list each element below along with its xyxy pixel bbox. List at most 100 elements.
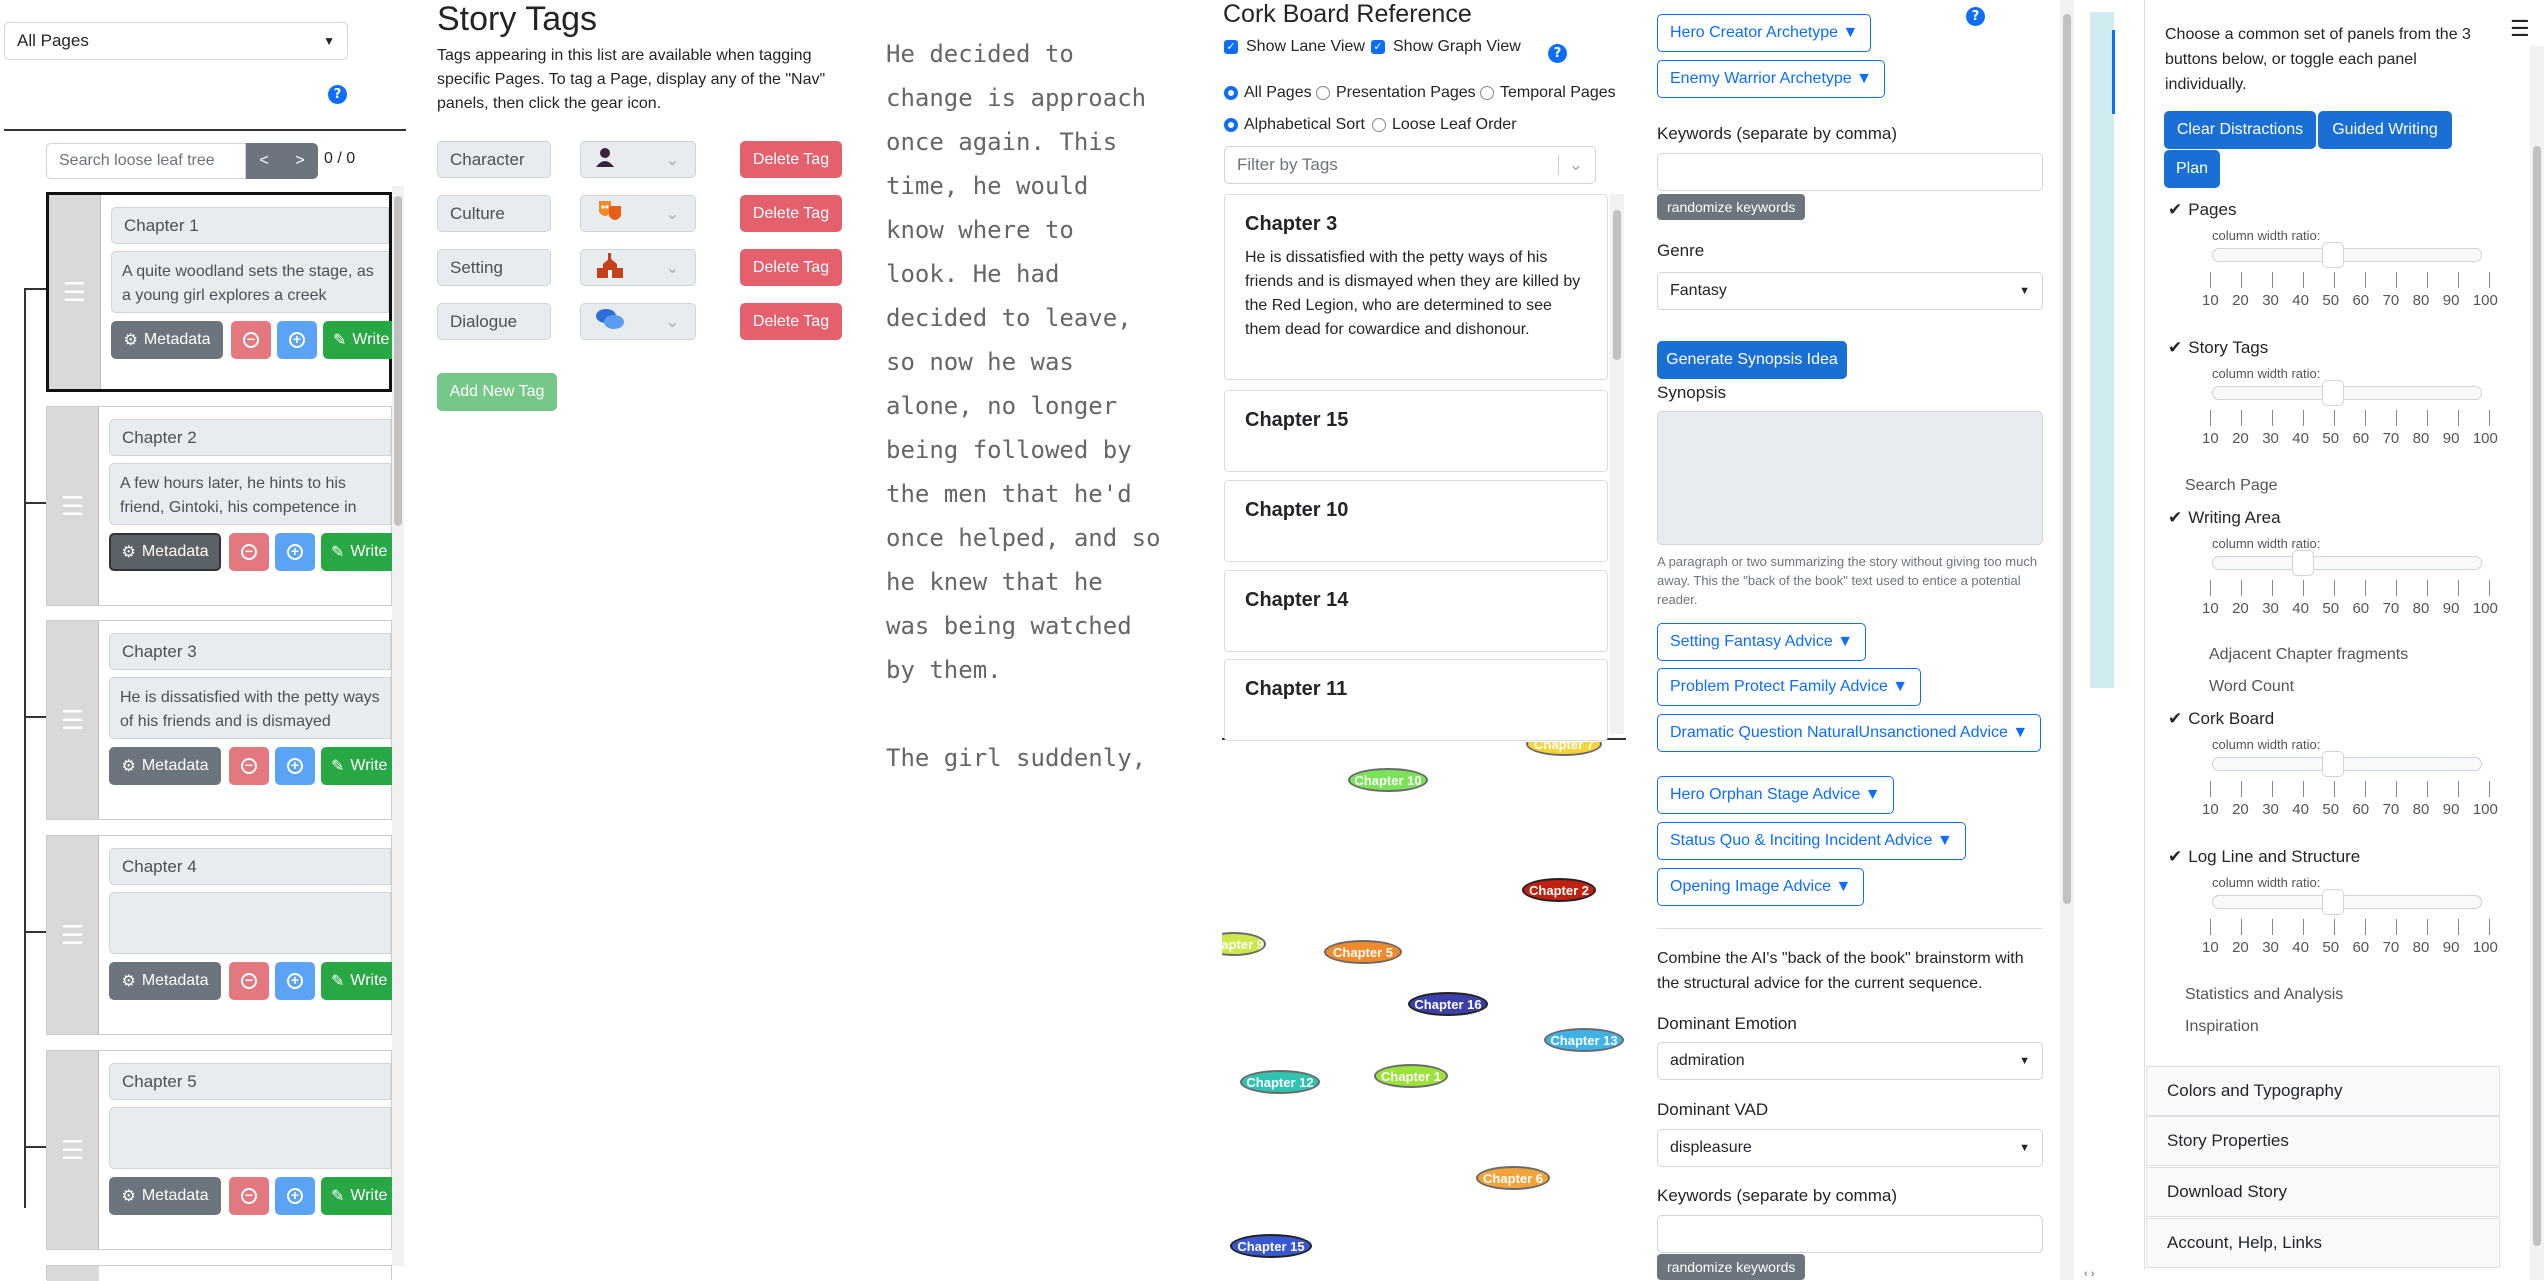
column-width-slider[interactable] (2212, 380, 2482, 406)
colors-typography-section[interactable]: Colors and Typography (2146, 1066, 2500, 1116)
column-width-slider[interactable] (2212, 242, 2482, 268)
clear-distractions-button[interactable]: Clear Distractions (2164, 111, 2316, 149)
radio-presentation-pages[interactable]: Presentation Pages (1316, 84, 1476, 102)
account-help-links-section[interactable]: Account, Help, Links (2146, 1218, 2500, 1268)
writing-area[interactable]: He decided to change is approach once ag… (886, 32, 1176, 780)
slider-thumb[interactable] (2322, 889, 2344, 915)
add-chapter-button[interactable]: + (275, 747, 315, 785)
chapter-synopsis-input[interactable]: He is dissatisfied with the petty ways o… (109, 677, 391, 739)
write-button[interactable]: ✎ Write (321, 962, 393, 1000)
graph-node[interactable]: Chapter 2 (1522, 878, 1596, 902)
download-story-section[interactable]: Download Story (2146, 1167, 2500, 1217)
metadata-button[interactable]: ⚙ Metadata (109, 533, 221, 571)
metadata-button[interactable]: ⚙ Metadata (111, 321, 223, 359)
radio-all-pages[interactable]: All Pages (1224, 84, 1312, 102)
graph-node[interactable]: Chapter 5 (1324, 940, 1402, 964)
randomize-keywords-button[interactable]: randomize keywords (1657, 194, 1806, 220)
slider-thumb[interactable] (2322, 380, 2344, 406)
remove-chapter-button[interactable]: − (229, 747, 269, 785)
cork-card[interactable]: Chapter 14 (1224, 570, 1608, 652)
drag-handle-icon[interactable]: ☰ (47, 836, 99, 1034)
remove-chapter-button[interactable]: − (229, 533, 269, 571)
metadata-button[interactable]: ⚙ Metadata (109, 1177, 221, 1215)
plan-button[interactable]: Plan (2164, 150, 2220, 188)
column-width-slider[interactable] (2212, 751, 2482, 777)
metadata-button[interactable]: ⚙ Metadata (109, 962, 221, 1000)
panel-toggle-cork-board[interactable]: ✔ Cork Board (2168, 709, 2274, 729)
panel-toggle-adjacent[interactable]: Adjacent Chapter fragments (2209, 646, 2408, 664)
graph-node[interactable]: Chapter 12 (1240, 1070, 1320, 1094)
column-width-slider[interactable] (2212, 889, 2482, 915)
write-button[interactable]: ✎ Write (321, 1177, 393, 1215)
tag-icon-select[interactable]: ⌄ (580, 249, 696, 286)
pages-filter-select[interactable]: All Pages ▼ (4, 22, 348, 60)
graph-node[interactable]: Chapter 1 (1374, 1064, 1448, 1088)
panel-toggle-word-count[interactable]: Word Count (2209, 678, 2294, 696)
slider-thumb[interactable] (2322, 751, 2344, 777)
help-icon[interactable]: ? (1548, 44, 1567, 63)
panel-toggle-search-page[interactable]: Search Page (2185, 477, 2278, 495)
remove-chapter-button[interactable]: − (229, 1177, 269, 1215)
chapter-synopsis-input[interactable] (109, 892, 391, 954)
filter-by-tags-select[interactable]: Filter by Tags ⌄ (1224, 146, 1596, 184)
chapter-synopsis-input[interactable]: A quite woodland sets the stage, as a yo… (111, 251, 389, 313)
write-button[interactable]: ✎ Write (321, 533, 393, 571)
panel-toggle-story-tags[interactable]: ✔ Story Tags (2168, 338, 2268, 358)
setting-advice-dropdown[interactable]: Setting Fantasy Advice ▼ (1657, 623, 1867, 661)
synopsis-textarea[interactable] (1657, 411, 2043, 545)
dramatic-question-advice-dropdown[interactable]: Dramatic Question NaturalUnsanctioned Ad… (1657, 714, 2042, 752)
cork-card[interactable]: Chapter 15 (1224, 390, 1608, 472)
randomize-keywords-button-2[interactable]: randomize keywords (1657, 1254, 1806, 1280)
tag-icon-select[interactable]: ⌄ (580, 141, 696, 178)
search-input[interactable]: Search loose leaf tree (46, 143, 246, 179)
tag-name-input[interactable]: Dialogue (437, 303, 551, 340)
genre-select[interactable]: Fantasy ▼ (1657, 272, 2043, 310)
help-icon[interactable]: ? (1966, 7, 1985, 26)
radio-temporal-pages[interactable]: Temporal Pages (1480, 84, 1616, 102)
add-chapter-button[interactable]: + (277, 321, 317, 359)
chapter-card[interactable]: ☰ Chapter 3 He is dissatisfied with the … (46, 620, 393, 820)
chapter-card[interactable]: ☰ Chapter 5 ⚙ Metadata − + ✎ Write (46, 1050, 393, 1250)
chapter-card[interactable]: ☰ Chapter 1 A quite woodland sets the st… (46, 192, 395, 392)
panel-toggle-log-line[interactable]: ✔ Log Line and Structure (2168, 847, 2360, 867)
graph-node[interactable]: Chapter 9 (1222, 932, 1266, 956)
graph-node[interactable]: Chapter 13 (1544, 1028, 1624, 1052)
keywords-input-2[interactable] (1657, 1215, 2043, 1253)
panel-toggle-writing-area[interactable]: ✔ Writing Area (2168, 508, 2281, 528)
drag-handle-icon[interactable]: ☰ (47, 621, 99, 819)
graph-node[interactable]: Chapter 7 (1526, 742, 1602, 756)
tag-icon-select[interactable]: ⌄ (580, 195, 696, 232)
radio-alphabetical-sort[interactable]: Alphabetical Sort (1224, 116, 1365, 134)
story-properties-section[interactable]: Story Properties (2146, 1116, 2500, 1166)
problem-advice-dropdown[interactable]: Problem Protect Family Advice ▼ (1657, 668, 1922, 706)
bottom-scroll-arrows[interactable]: ‹ › (2084, 1268, 2094, 1280)
chapter-title-input[interactable]: Chapter 1 (111, 207, 389, 244)
chapter-title-input[interactable]: Chapter 4 (109, 848, 391, 885)
status-quo-advice-dropdown[interactable]: Status Quo & Inciting Incident Advice ▼ (1657, 822, 1966, 860)
graph-node[interactable]: Chapter 15 (1230, 1234, 1312, 1258)
slider-thumb[interactable] (2322, 242, 2344, 268)
dominant-vad-select[interactable]: displeasure ▼ (1657, 1129, 2043, 1167)
keywords-input[interactable] (1657, 153, 2043, 191)
cork-card[interactable]: Chapter 10 (1224, 480, 1608, 562)
add-new-tag-button[interactable]: Add New Tag (437, 373, 557, 411)
chapter-synopsis-input[interactable] (109, 1107, 391, 1169)
main-scrollbar[interactable] (2060, 0, 2074, 1280)
remove-chapter-button[interactable]: − (231, 321, 271, 359)
generate-synopsis-button[interactable]: Generate Synopsis Idea (1657, 341, 1847, 379)
panel-toggle-inspiration[interactable]: Inspiration (2185, 1018, 2259, 1036)
show-lane-view-checkbox[interactable]: ✓ Show Lane View (1224, 38, 1365, 56)
slider-thumb[interactable] (2292, 550, 2314, 576)
panel-toggle-stats[interactable]: Statistics and Analysis (2185, 986, 2343, 1004)
hero-stage-advice-dropdown[interactable]: Hero Orphan Stage Advice ▼ (1657, 776, 1894, 814)
cork-list-scrollbar[interactable] (1610, 194, 1624, 734)
write-button[interactable]: ✎ Write (321, 747, 393, 785)
metadata-button[interactable]: ⚙ Metadata (109, 747, 221, 785)
radio-loose-leaf-order[interactable]: Loose Leaf Order (1372, 116, 1517, 134)
drag-handle-icon[interactable]: ☰ (47, 1051, 99, 1249)
chapter-card[interactable]: ☰ Chapter 4 ⚙ Metadata − + ✎ Write (46, 835, 393, 1035)
add-chapter-button[interactable]: + (275, 533, 315, 571)
tag-name-input[interactable]: Character (437, 141, 551, 178)
delete-tag-button[interactable]: Delete Tag (740, 249, 842, 286)
cork-card[interactable]: Chapter 11 (1224, 659, 1608, 741)
